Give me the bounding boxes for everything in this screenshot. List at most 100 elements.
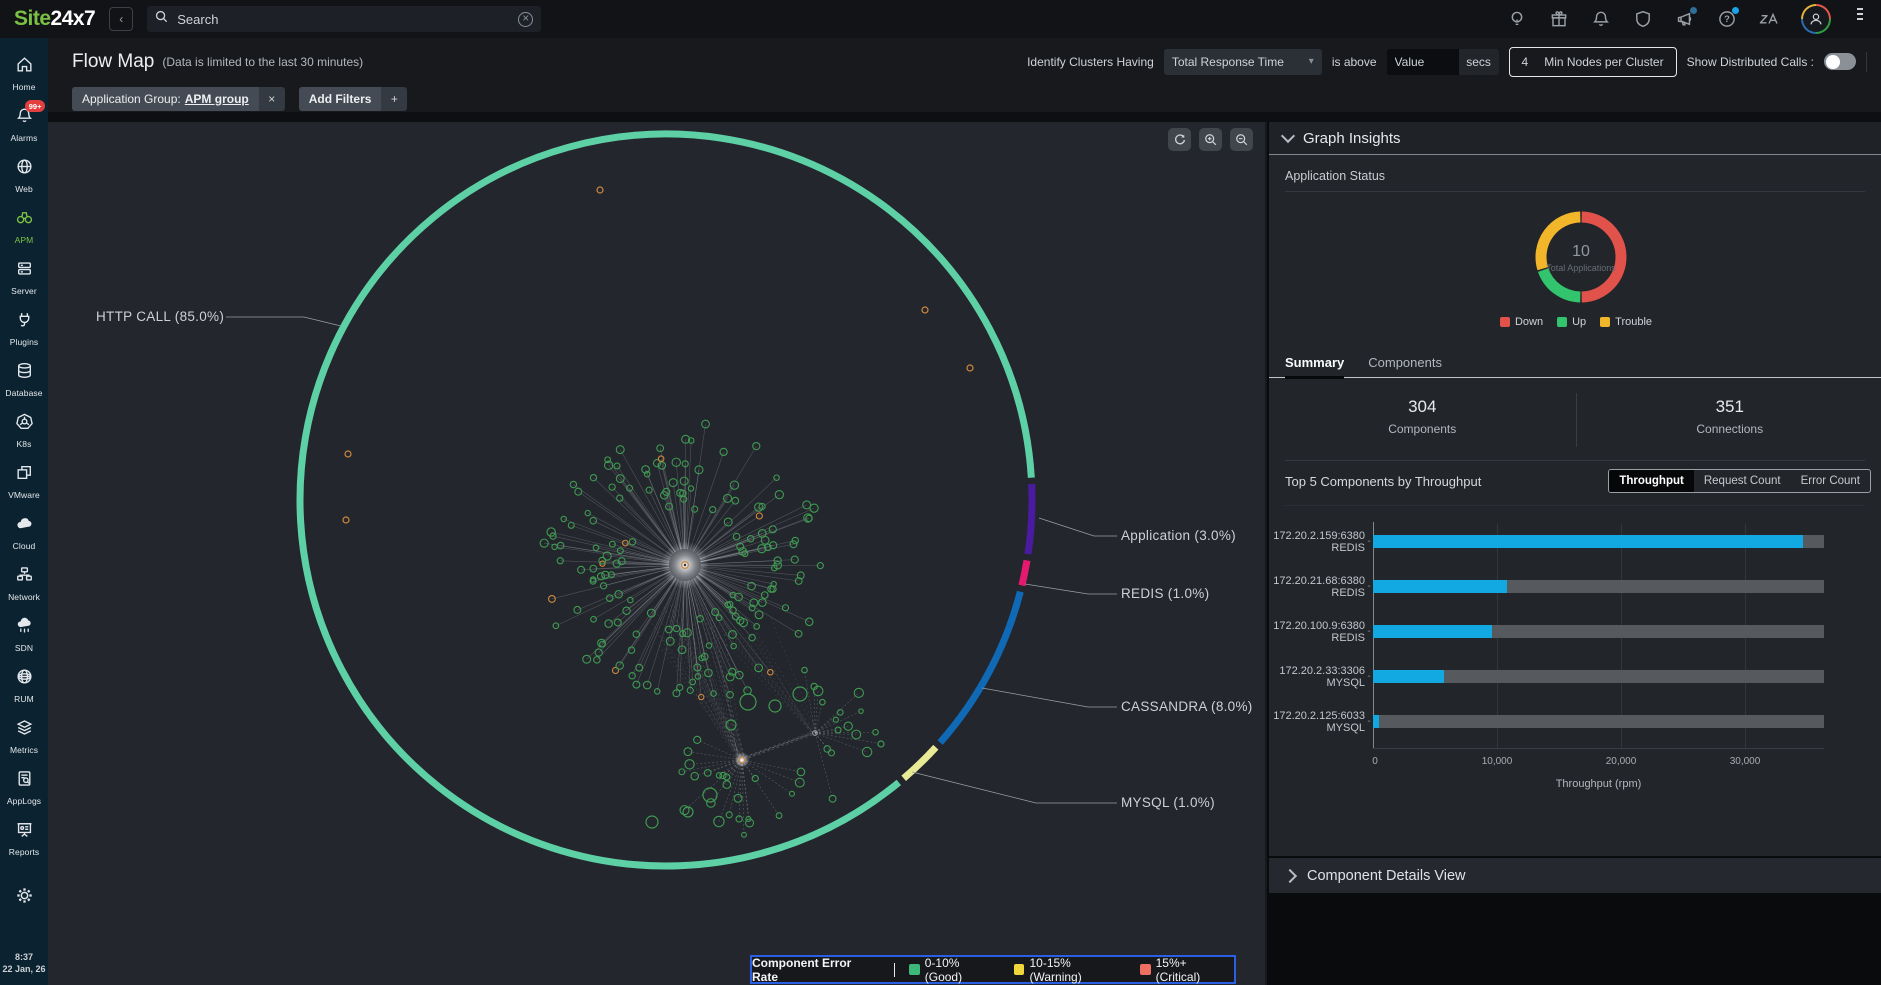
component-error-rate-legend: Component Error Rate 0-10% (Good) 10-15%… — [750, 955, 1236, 984]
sidebar-item-icon — [15, 616, 34, 640]
topbar-icon[interactable] — [1675, 9, 1695, 29]
distributed-calls-toggle[interactable] — [1824, 53, 1856, 70]
sidebar-item-icon — [15, 208, 34, 232]
legend-swatch — [1140, 964, 1151, 975]
graph-insights-header[interactable]: Graph Insights — [1269, 122, 1881, 155]
sidebar-item-label: RUM — [14, 694, 34, 704]
add-filters-chip[interactable]: Add Filters + — [299, 87, 408, 111]
bar-row[interactable]: 172.20.2.33:3306MYSQL - — [1269, 654, 1881, 699]
donut-total: 10 — [1523, 243, 1639, 261]
top5-title: Top 5 Components by Throughput — [1285, 474, 1481, 489]
topbar: Site24x7 ‹ × ? Z — [0, 0, 1881, 38]
sidebar-item-label: Plugins — [10, 337, 39, 347]
topbar-icon[interactable] — [1633, 9, 1653, 29]
sidebar-item[interactable]: K8s — [0, 405, 48, 456]
sidebar-item-label: Network — [8, 592, 40, 602]
sidebar-item[interactable]: 99+ Alarms — [0, 99, 48, 150]
sidebar-item[interactable]: Metrics — [0, 711, 48, 762]
sidebar-item[interactable]: Database — [0, 354, 48, 405]
connections-stat: 351 Connections — [1577, 385, 1881, 455]
topbar-icon[interactable] — [1549, 9, 1569, 29]
application-group-value: APM group — [185, 92, 249, 106]
cluster-metric-select[interactable]: Total Response Time▾ — [1164, 49, 1322, 75]
components-stat: 304 Components — [1269, 385, 1576, 455]
svg-text:?: ? — [1724, 14, 1730, 25]
edge-menu-icon[interactable] — [1857, 8, 1863, 30]
min-nodes-label: Min Nodes per Cluster — [1544, 55, 1663, 69]
sidebar-item-icon — [15, 412, 34, 436]
sidebar-item-icon — [15, 463, 34, 487]
summary-tabs: Summary Components — [1269, 350, 1881, 378]
is-above-label: is above — [1332, 55, 1377, 69]
bar-row[interactable]: 172.20.2.125:6033MYSQL - — [1269, 699, 1881, 744]
sidebar-item[interactable]: RUM — [0, 660, 48, 711]
sidebar-item[interactable]: APM — [0, 201, 48, 252]
search-bar[interactable]: × — [147, 6, 541, 32]
bar-row[interactable]: 172.20.21.68:6380REDIS - — [1269, 564, 1881, 609]
min-nodes-control[interactable]: 4 Min Nodes per Cluster — [1509, 47, 1677, 77]
bar-track — [1373, 535, 1824, 548]
min-nodes-value: 4 — [1522, 55, 1529, 69]
topbar-icons: ? Z — [1507, 0, 1863, 38]
application-group-chip[interactable]: Application Group:APM group × — [72, 87, 285, 111]
flow-map-canvas[interactable]: HTTP CALL (85.0%) Application (3.0%) REDIS… — [48, 122, 1265, 985]
metric-button[interactable]: Error Count — [1791, 470, 1870, 492]
topbar-icon[interactable]: Z — [1759, 9, 1779, 29]
bar-fill — [1373, 715, 1379, 728]
sidebar-item-icon — [15, 514, 34, 538]
sidebar-item-label: AppLogs — [7, 796, 41, 806]
component-details-header[interactable]: Component Details View — [1269, 856, 1881, 893]
sidebar-item-label: Metrics — [10, 745, 38, 755]
sidebar-item[interactable]: Server — [0, 252, 48, 303]
sidebar-item[interactable]: AppLogs — [0, 762, 48, 813]
chevron-right-icon — [1283, 868, 1297, 882]
tab[interactable]: Components — [1368, 350, 1442, 377]
sidebar-item-label: K8s — [17, 439, 32, 449]
add-filter-icon[interactable]: + — [381, 87, 407, 111]
metric-button[interactable]: Throughput — [1609, 470, 1694, 492]
application-status-donut: 10 Total Applications — [1523, 199, 1639, 315]
threshold-value-input[interactable] — [1387, 49, 1459, 75]
refresh-button[interactable] — [1168, 128, 1191, 151]
bar-row[interactable]: 172.20.2.159:6380REDIS - — [1269, 519, 1881, 564]
sidebar-item[interactable]: Network — [0, 558, 48, 609]
user-avatar[interactable] — [1801, 4, 1831, 34]
zoom-out-button[interactable] — [1230, 128, 1253, 151]
sidebar-item[interactable]: Plugins — [0, 303, 48, 354]
svg-text:REDIS (1.0%): REDIS (1.0%) — [1121, 586, 1209, 601]
page-header: Flow Map (Data is limited to the last 30… — [48, 38, 1881, 85]
sidebar-item[interactable]: Cloud — [0, 507, 48, 558]
site24x7-app: Site24x7 ‹ × ? Z — [0, 0, 1881, 985]
zoom-in-button[interactable] — [1199, 128, 1222, 151]
page-title: Flow Map — [72, 51, 154, 73]
sidebar-item[interactable]: SDN — [0, 609, 48, 660]
topbar-icon[interactable]: ? — [1717, 9, 1737, 29]
divider-band — [48, 112, 1881, 122]
svg-text:HTTP CALL (85.0%): HTTP CALL (85.0%) — [96, 309, 224, 324]
status-legend: Down Up Trouble — [1269, 316, 1881, 328]
sidebar-collapse-icon[interactable]: ‹ — [109, 7, 133, 31]
svg-text:Application (3.0%): Application (3.0%) — [1121, 528, 1236, 543]
tab[interactable]: Summary — [1285, 350, 1344, 377]
sidebar-item[interactable]: Home — [0, 48, 48, 99]
metric-button[interactable]: Request Count — [1694, 470, 1791, 492]
threshold-unit: secs — [1459, 49, 1499, 75]
sidebar-item-label: Database — [5, 388, 42, 398]
bar-row[interactable]: 172.20.100.9:6380REDIS - — [1269, 609, 1881, 654]
sidebar-item[interactable]: VMware — [0, 456, 48, 507]
remove-filter-icon[interactable]: × — [259, 87, 285, 111]
site24x7-logo[interactable]: Site24x7 — [14, 7, 95, 31]
topbar-icon[interactable] — [1507, 9, 1527, 29]
sidebar-item-icon — [15, 718, 34, 742]
sidebar-item-icon — [15, 259, 34, 283]
search-clear-icon[interactable]: × — [518, 12, 533, 27]
search-input[interactable] — [175, 11, 518, 28]
sidebar-item[interactable]: Web — [0, 150, 48, 201]
sidebar-settings-gear-icon[interactable] — [0, 870, 48, 921]
sidebar-item[interactable]: Reports — [0, 813, 48, 864]
alarm-count-badge: 99+ — [25, 100, 45, 112]
flow-map-graph[interactable]: HTTP CALL (85.0%) Application (3.0%) REDIS… — [48, 122, 1265, 985]
topbar-icon[interactable] — [1591, 9, 1611, 29]
search-icon — [155, 10, 168, 28]
svg-text:CASSANDRA (8.0%): CASSANDRA (8.0%) — [1121, 699, 1253, 714]
